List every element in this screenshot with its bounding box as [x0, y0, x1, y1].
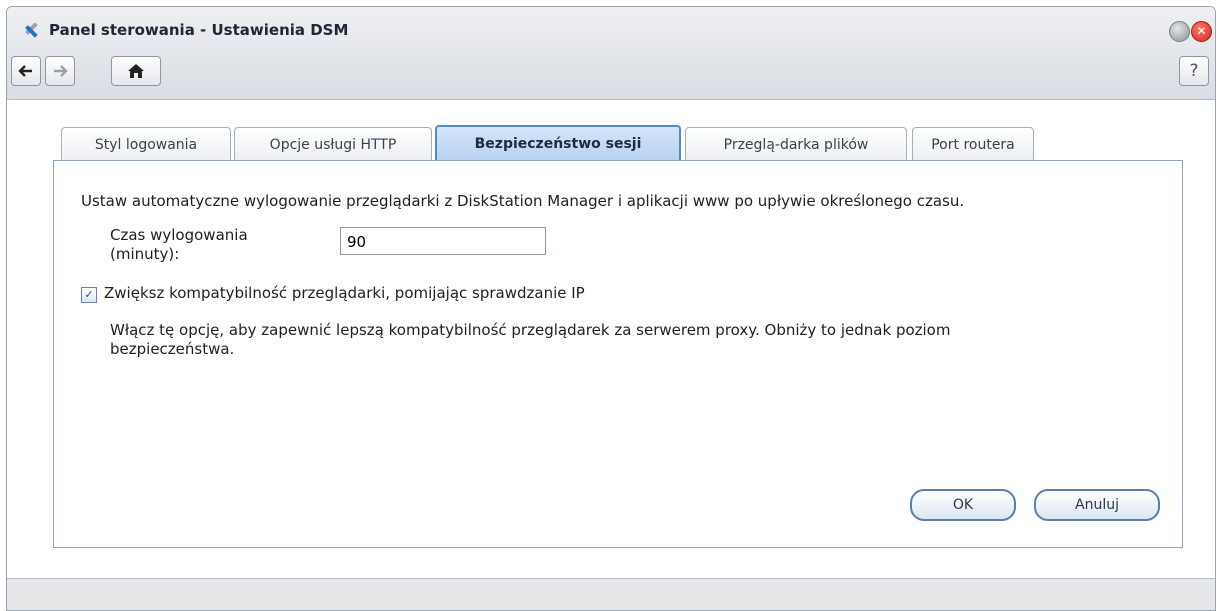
- ip-check-bypass-label: Zwiększ kompatybilność przeglądarki, pom…: [104, 284, 585, 302]
- ok-button[interactable]: OK: [910, 489, 1016, 521]
- title-bar: Panel sterowania - Ustawienia DSM ✕ ?: [7, 7, 1215, 100]
- home-icon: [128, 64, 144, 78]
- window-title: Panel sterowania - Ustawienia DSM: [49, 21, 349, 39]
- tab-http-options[interactable]: Opcje usługi HTTP: [234, 127, 432, 160]
- ip-check-bypass-checkbox[interactable]: ✓: [81, 287, 97, 303]
- tab-file-browser[interactable]: Przeglą-darka plików: [685, 127, 907, 160]
- minimize-button[interactable]: [1169, 21, 1190, 42]
- option-help-line2: bezpieczeństwa.: [110, 340, 235, 358]
- tab-session-security[interactable]: Bezpieczeństwo sesji: [435, 125, 681, 163]
- option-help-line1: Włącz tę opcję, aby zapewnić lepszą komp…: [110, 321, 951, 339]
- question-icon: ?: [1189, 61, 1199, 81]
- control-panel-window: Panel sterowania - Ustawienia DSM ✕ ? St…: [6, 6, 1216, 611]
- help-button[interactable]: ?: [1179, 56, 1209, 86]
- back-button[interactable]: [11, 56, 41, 86]
- arrow-left-icon: [18, 65, 32, 77]
- close-button[interactable]: ✕: [1191, 21, 1212, 42]
- timeout-minutes-input[interactable]: 90: [340, 227, 546, 255]
- logout-description: Ustaw automatyczne wylogowanie przegląda…: [81, 192, 965, 210]
- status-bar: [7, 578, 1215, 610]
- cancel-button[interactable]: Anuluj: [1034, 489, 1160, 521]
- tab-login-style[interactable]: Styl logowania: [61, 127, 231, 160]
- session-security-panel: Ustaw automatyczne wylogowanie przegląda…: [53, 160, 1183, 548]
- tab-router-port[interactable]: Port routera: [912, 127, 1034, 160]
- settings-content: Styl logowania Opcje usługi HTTP Bezpiec…: [7, 100, 1215, 578]
- arrow-right-icon: [54, 65, 68, 77]
- wrench-screwdriver-icon: [25, 22, 38, 38]
- forward-button[interactable]: [45, 56, 75, 86]
- timeout-label-line1: Czas wylogowania: [110, 226, 248, 244]
- timeout-label-line2: (minuty):: [110, 245, 180, 263]
- home-button[interactable]: [111, 56, 161, 86]
